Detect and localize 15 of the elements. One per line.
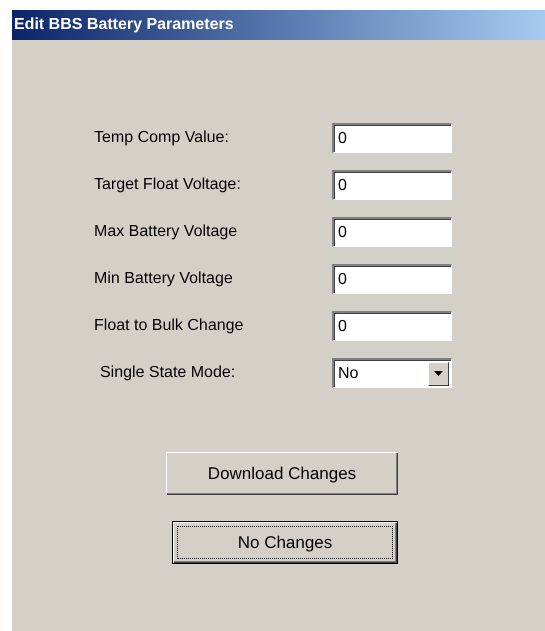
field-label: Temp Comp Value: bbox=[93, 129, 230, 147]
dropdown[interactable]: No bbox=[332, 358, 452, 388]
input-field[interactable]: 0 bbox=[332, 264, 452, 294]
field-label: Max Battery Voltage bbox=[93, 223, 238, 241]
action-button[interactable]: Download Changes bbox=[166, 452, 398, 495]
field-label: Min Battery Voltage bbox=[93, 270, 234, 288]
input-field[interactable]: 0 bbox=[332, 170, 452, 200]
input-field[interactable]: 0 bbox=[332, 311, 452, 341]
action-button[interactable]: No Changes bbox=[172, 521, 398, 564]
window-title: Edit BBS Battery Parameters bbox=[14, 16, 234, 34]
input-field[interactable]: 0 bbox=[332, 123, 452, 153]
field-label: Single State Mode: bbox=[99, 364, 236, 382]
field-label: Target Float Voltage: bbox=[93, 176, 242, 194]
field-label: Float to Bulk Change bbox=[93, 317, 244, 335]
input-field[interactable]: 0 bbox=[332, 217, 452, 247]
